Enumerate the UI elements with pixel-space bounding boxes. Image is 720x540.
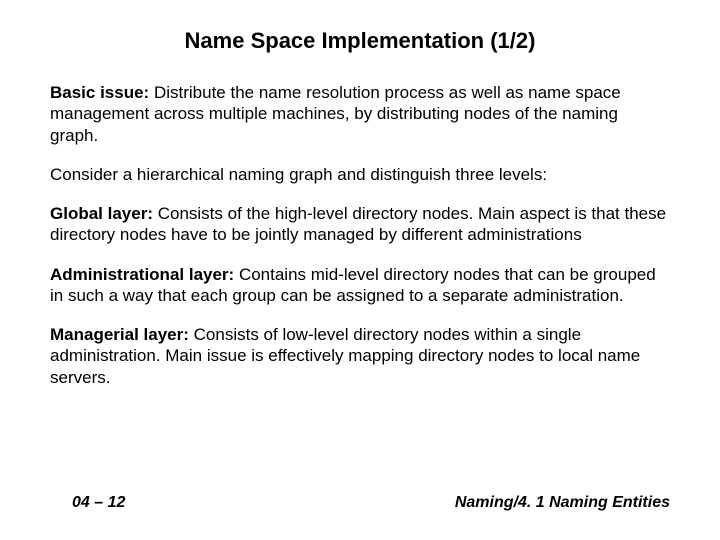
lead-admin-layer: Administrational layer: — [50, 265, 234, 284]
paragraph-consider: Consider a hierarchical naming graph and… — [50, 164, 670, 185]
lead-managerial-layer: Managerial layer: — [50, 325, 189, 344]
paragraph-global-layer: Global layer: Consists of the high-level… — [50, 203, 670, 246]
paragraph-admin-layer: Administrational layer: Contains mid-lev… — [50, 264, 670, 307]
lead-basic-issue: Basic issue: — [50, 83, 149, 102]
lead-global-layer: Global layer: — [50, 204, 153, 223]
text-consider: Consider a hierarchical naming graph and… — [50, 165, 547, 184]
slide-title: Name Space Implementation (1/2) — [50, 28, 670, 54]
footer-page-number: 04 – 12 — [50, 494, 125, 512]
footer-section: Naming/4. 1 Naming Entities — [455, 494, 670, 512]
slide-footer: 04 – 12 Naming/4. 1 Naming Entities — [50, 494, 670, 512]
paragraph-managerial-layer: Managerial layer: Consists of low-level … — [50, 324, 670, 388]
slide: Name Space Implementation (1/2) Basic is… — [0, 0, 720, 540]
paragraph-basic-issue: Basic issue: Distribute the name resolut… — [50, 82, 670, 146]
